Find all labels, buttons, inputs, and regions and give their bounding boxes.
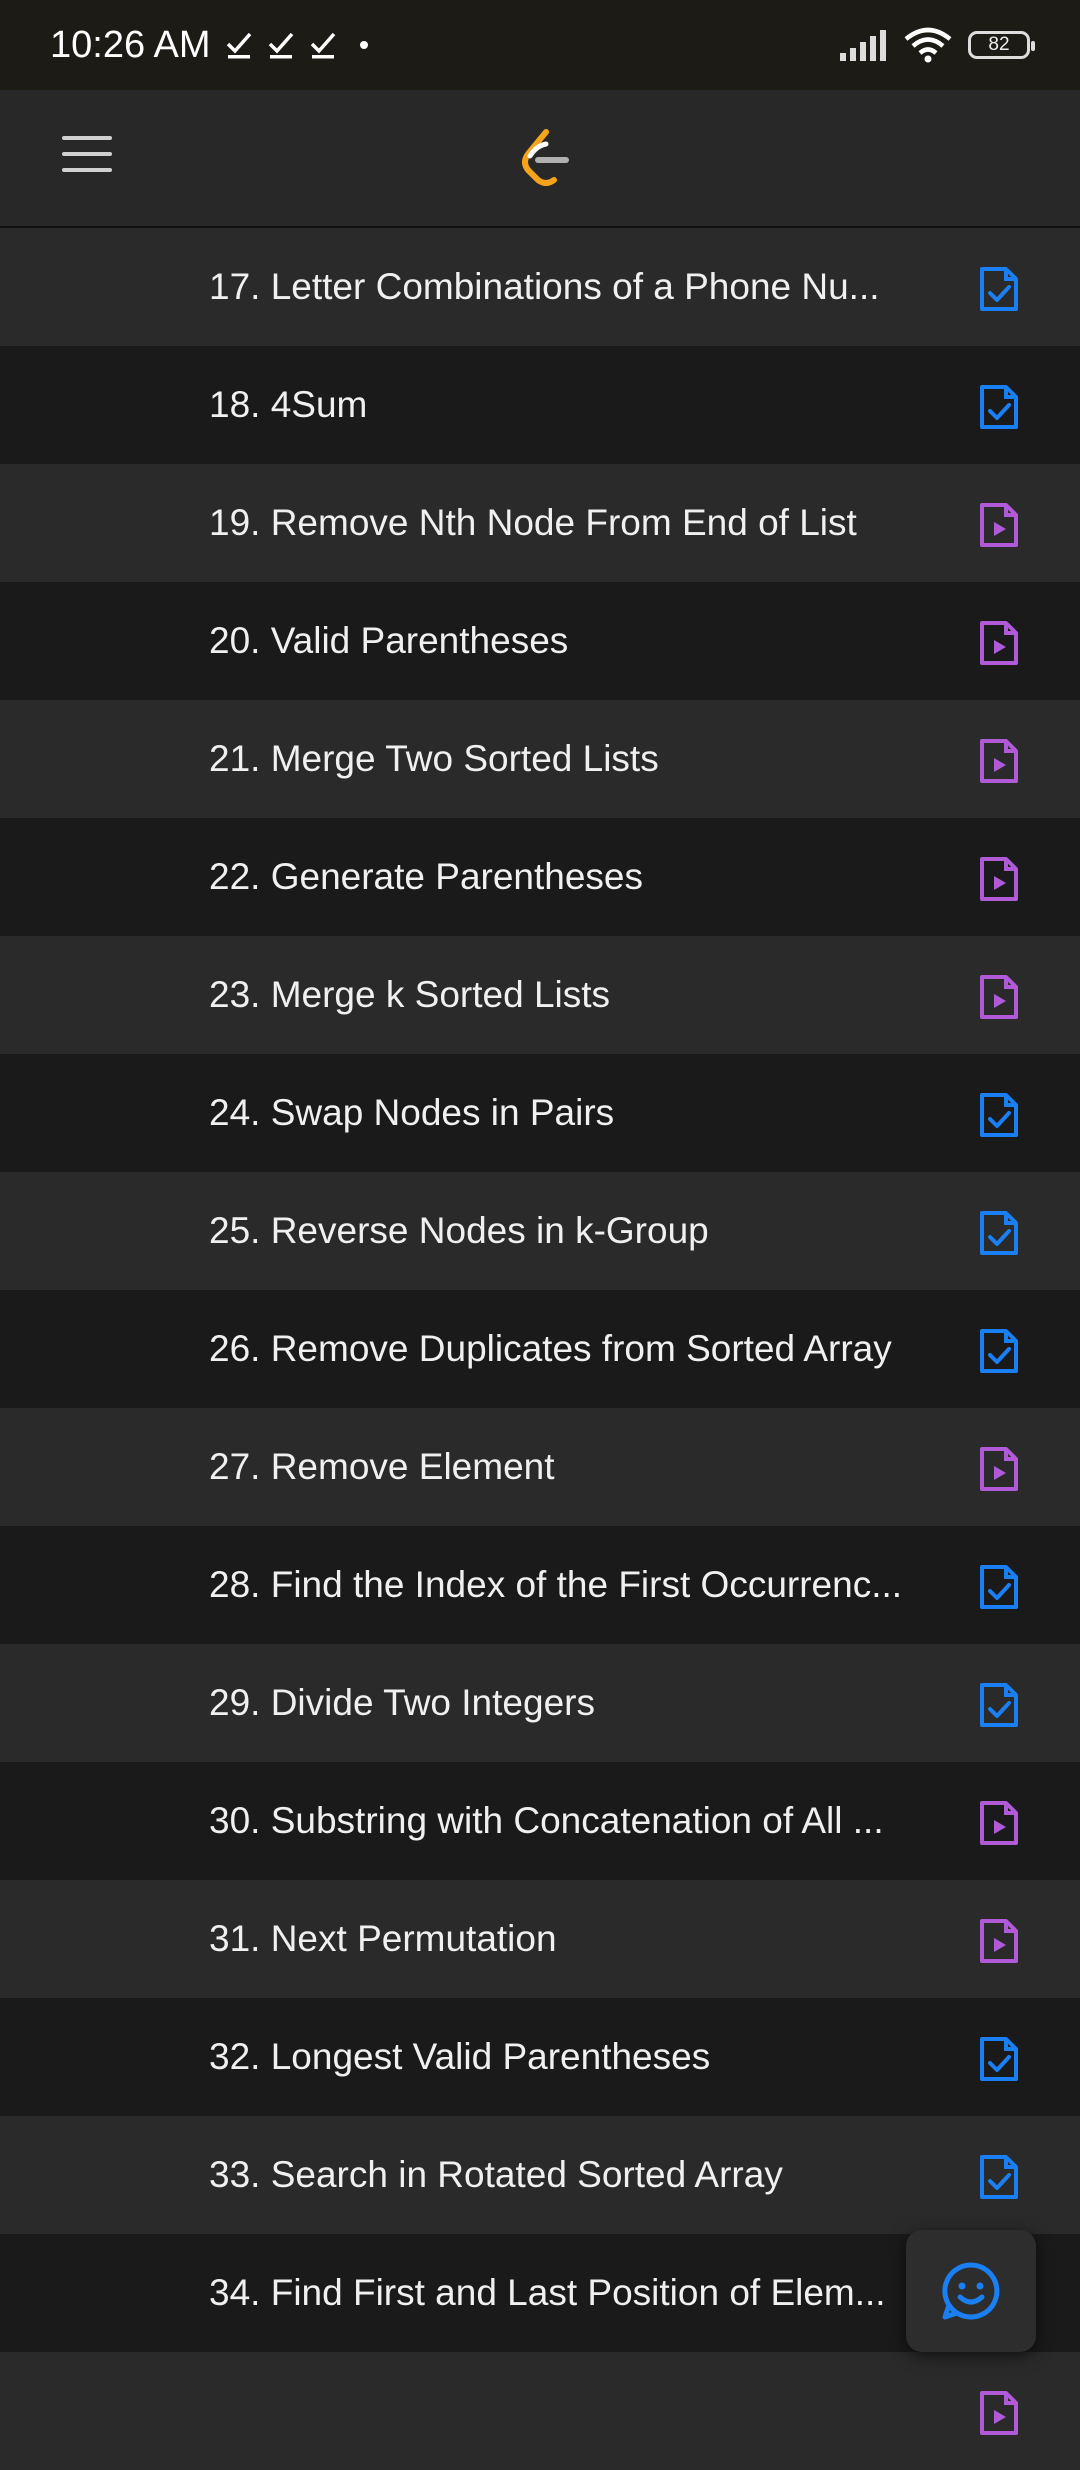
problem-title: 29. Divide Two Integers bbox=[209, 1682, 595, 1723]
battery-level: 82 bbox=[988, 34, 1010, 55]
problem-row[interactable]: 26. Remove Duplicates from Sorted Array bbox=[0, 1290, 1080, 1408]
solution-check-icon[interactable] bbox=[978, 1681, 1020, 1729]
video-solution-icon[interactable] bbox=[978, 1445, 1020, 1493]
problem-title: 27. Remove Element bbox=[209, 1446, 555, 1487]
problem-title: 26. Remove Duplicates from Sorted Array bbox=[209, 1328, 892, 1369]
problem-row[interactable]: 29. Divide Two Integers bbox=[0, 1644, 1080, 1762]
problem-row[interactable]: 32. Longest Valid Parentheses bbox=[0, 1998, 1080, 2116]
problem-title: 28. Find the Index of the First Occurren… bbox=[209, 1564, 903, 1605]
problem-row[interactable]: 19. Remove Nth Node From End of List bbox=[0, 464, 1080, 582]
solution-check-icon[interactable] bbox=[978, 2153, 1020, 2201]
download-done-icon bbox=[268, 32, 293, 59]
signal-icon bbox=[840, 30, 886, 61]
video-solution-icon[interactable] bbox=[978, 1799, 1020, 1847]
solution-check-icon[interactable] bbox=[978, 1563, 1020, 1611]
video-solution-icon[interactable] bbox=[978, 501, 1020, 549]
problem-row[interactable]: 25. Reverse Nodes in k-Group bbox=[0, 1172, 1080, 1290]
problem-title: 21. Merge Two Sorted Lists bbox=[209, 738, 659, 779]
chat-smile-icon bbox=[942, 2262, 1000, 2320]
problem-row[interactable]: 33. Search in Rotated Sorted Array bbox=[0, 2116, 1080, 2234]
problem-list: 17. Letter Combinations of a Phone Nu...… bbox=[0, 228, 1080, 2470]
problem-row[interactable]: 21. Merge Two Sorted Lists bbox=[0, 700, 1080, 818]
problem-title: 17. Letter Combinations of a Phone Nu... bbox=[209, 266, 880, 307]
notification-dot-icon bbox=[359, 41, 368, 49]
video-solution-icon[interactable] bbox=[978, 737, 1020, 785]
problem-row[interactable]: 20. Valid Parentheses bbox=[0, 582, 1080, 700]
problem-row[interactable]: 28. Find the Index of the First Occurren… bbox=[0, 1526, 1080, 1644]
status-bar: 10:26 AM 82 bbox=[0, 0, 1080, 90]
video-solution-icon[interactable] bbox=[978, 619, 1020, 667]
leetcode-logo-icon bbox=[522, 129, 569, 186]
problem-title: 30. Substring with Concatenation of All … bbox=[209, 1800, 884, 1841]
feedback-button[interactable] bbox=[906, 2230, 1036, 2352]
download-done-icon bbox=[226, 32, 251, 59]
problem-title: 18. 4Sum bbox=[209, 384, 368, 425]
video-solution-icon[interactable] bbox=[978, 855, 1020, 903]
problem-title: 19. Remove Nth Node From End of List bbox=[209, 502, 857, 543]
app-bar bbox=[0, 90, 1080, 228]
status-bar-right: 82 bbox=[838, 27, 1035, 63]
battery-indicator: 82 bbox=[968, 31, 1035, 59]
problem-title: 24. Swap Nodes in Pairs bbox=[209, 1092, 615, 1133]
problem-title: 22. Generate Parentheses bbox=[209, 856, 644, 897]
problem-title: 23. Merge k Sorted Lists bbox=[209, 974, 611, 1015]
problem-title: 20. Valid Parentheses bbox=[209, 620, 569, 661]
problem-row[interactable]: 18. 4Sum bbox=[0, 346, 1080, 464]
solution-check-icon[interactable] bbox=[978, 265, 1020, 313]
problem-title: 25. Reverse Nodes in k-Group bbox=[209, 1210, 709, 1251]
menu-button[interactable] bbox=[62, 136, 112, 182]
problem-row[interactable]: 27. Remove Element bbox=[0, 1408, 1080, 1526]
video-solution-icon[interactable] bbox=[978, 2389, 1020, 2437]
video-solution-icon[interactable] bbox=[978, 1917, 1020, 1965]
problem-row[interactable]: 31. Next Permutation bbox=[0, 1880, 1080, 1998]
problem-row[interactable]: 24. Swap Nodes in Pairs bbox=[0, 1054, 1080, 1172]
solution-check-icon[interactable] bbox=[978, 2035, 1020, 2083]
problem-row[interactable]: 22. Generate Parentheses bbox=[0, 818, 1080, 936]
problem-title: 31. Next Permutation bbox=[209, 1918, 557, 1959]
solution-check-icon[interactable] bbox=[978, 383, 1020, 431]
wifi-icon bbox=[904, 27, 952, 63]
status-time: 10:26 AM bbox=[50, 23, 211, 66]
problem-row[interactable]: 17. Letter Combinations of a Phone Nu... bbox=[0, 228, 1080, 346]
problem-row[interactable]: 23. Merge k Sorted Lists bbox=[0, 936, 1080, 1054]
status-bar-left: 10:26 AM bbox=[50, 24, 377, 67]
problem-row[interactable] bbox=[0, 2352, 1080, 2470]
video-solution-icon[interactable] bbox=[978, 973, 1020, 1021]
solution-check-icon[interactable] bbox=[978, 1209, 1020, 1257]
download-done-icon bbox=[310, 32, 335, 59]
solution-check-icon[interactable] bbox=[978, 1327, 1020, 1375]
problem-row[interactable]: 30. Substring with Concatenation of All … bbox=[0, 1762, 1080, 1880]
problem-title: 34. Find First and Last Position of Elem… bbox=[209, 2272, 886, 2313]
problem-title: 32. Longest Valid Parentheses bbox=[209, 2036, 711, 2077]
solution-check-icon[interactable] bbox=[978, 1091, 1020, 1139]
problem-title: 33. Search in Rotated Sorted Array bbox=[209, 2154, 783, 2195]
